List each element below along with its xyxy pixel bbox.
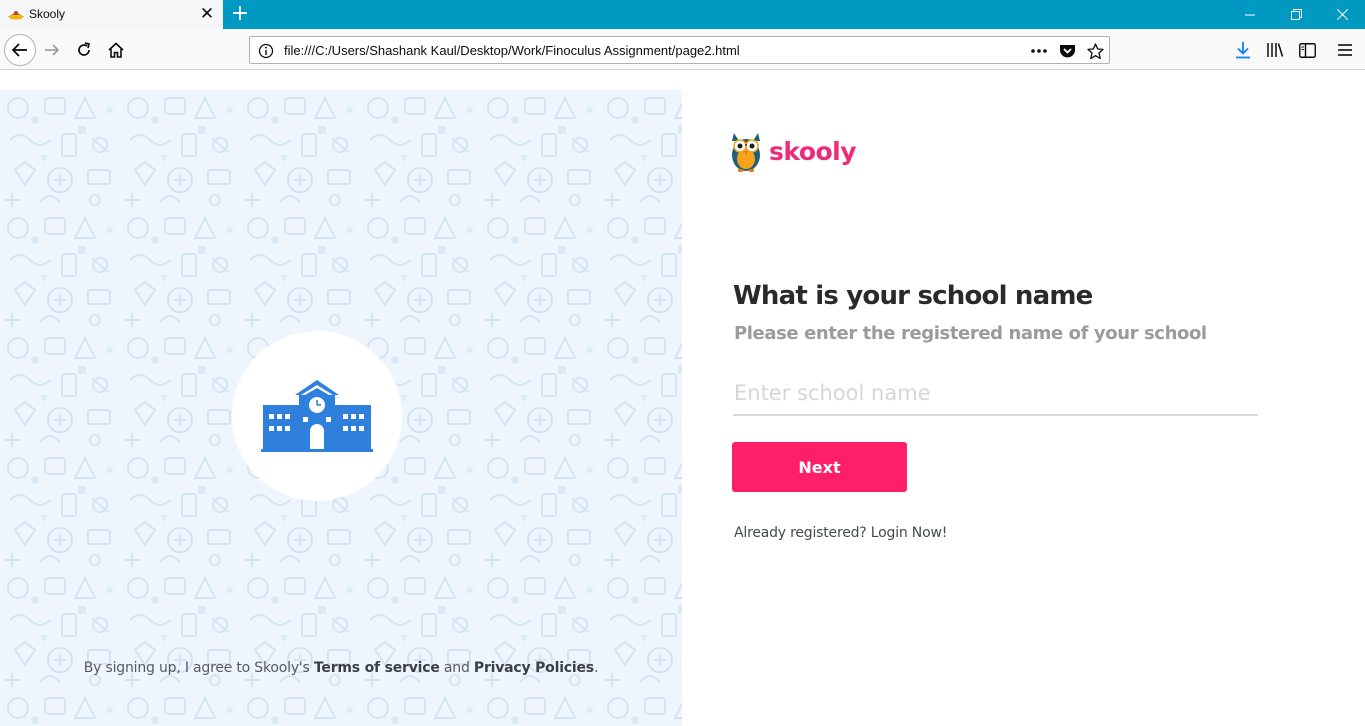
back-button[interactable] <box>4 34 36 66</box>
menu-button[interactable] <box>1334 39 1356 61</box>
skooly-logo[interactable]: skooly <box>729 128 857 174</box>
terms-agreement-text: By signing up, I agree to Skooly's Terms… <box>0 660 682 676</box>
page-subheading: Please enter the registered name of your… <box>734 323 1207 344</box>
next-button[interactable]: Next <box>732 442 907 492</box>
browser-toolbar: file:///C:/Users/Shashank Kaul/Desktop/W… <box>0 29 1365 70</box>
restore-icon <box>1290 9 1302 20</box>
pocket-icon <box>1059 45 1075 58</box>
arrow-right-icon <box>45 44 60 56</box>
url-text[interactable]: file:///C:/Users/Shashank Kaul/Desktop/W… <box>284 43 740 58</box>
close-tab-icon[interactable]: ✕ <box>199 5 215 22</box>
pocket-button[interactable] <box>1058 42 1076 60</box>
skooly-favicon-icon <box>8 11 24 20</box>
minimize-icon <box>1245 14 1255 15</box>
close-window-button[interactable] <box>1319 0 1365 29</box>
hamburger-menu-icon <box>1338 44 1352 56</box>
terms-suffix: . <box>593 660 599 676</box>
arrow-left-icon <box>11 43 27 57</box>
home-icon <box>108 42 124 58</box>
home-button[interactable] <box>101 35 131 65</box>
school-building-icon <box>261 380 373 452</box>
terms-prefix: By signing up, I agree to Skooly's <box>83 660 314 676</box>
downloads-button[interactable] <box>1232 39 1254 61</box>
reload-icon <box>78 42 91 56</box>
school-hero-circle <box>232 331 402 501</box>
login-now-link[interactable]: Already registered? Login Now! <box>734 525 947 541</box>
terms-and: and <box>439 660 474 676</box>
sidebar-icon <box>1298 42 1316 58</box>
form-panel: skooly What is your school name Please e… <box>682 90 1365 726</box>
star-icon <box>1086 42 1104 59</box>
library-button[interactable] <box>1264 39 1286 61</box>
close-icon <box>1336 9 1348 20</box>
forward-button[interactable] <box>37 35 67 65</box>
sidebar-button[interactable] <box>1296 39 1318 61</box>
terms-of-service-link[interactable]: Terms of service <box>314 660 440 676</box>
page-actions-button[interactable] <box>1030 42 1048 60</box>
reload-button[interactable] <box>69 35 99 65</box>
info-icon[interactable] <box>258 43 274 59</box>
address-bar[interactable]: file:///C:/Users/Shashank Kaul/Desktop/W… <box>249 36 1110 64</box>
school-name-input[interactable] <box>733 372 1258 416</box>
restore-window-button[interactable] <box>1273 0 1319 29</box>
bookmark-button[interactable] <box>1086 42 1104 60</box>
illustration-panel: By signing up, I agree to Skooly's Terms… <box>0 90 682 726</box>
page-heading: What is your school name <box>733 281 1093 311</box>
minimize-window-button[interactable] <box>1227 0 1273 29</box>
page-content: By signing up, I agree to Skooly's Terms… <box>0 90 1365 726</box>
download-arrow-icon <box>1236 42 1250 59</box>
owl-icon <box>732 133 760 172</box>
privacy-policies-link[interactable]: Privacy Policies <box>474 660 594 676</box>
ellipsis-icon <box>1031 49 1047 53</box>
tab-title: Skooly <box>29 7 66 21</box>
brand-name: skooly <box>769 136 857 166</box>
browser-tab[interactable]: Skooly ✕ <box>0 0 223 29</box>
library-icon <box>1267 43 1284 57</box>
new-tab-icon[interactable]: + <box>229 3 251 25</box>
browser-titlebar: Skooly ✕ + <box>0 0 1365 29</box>
